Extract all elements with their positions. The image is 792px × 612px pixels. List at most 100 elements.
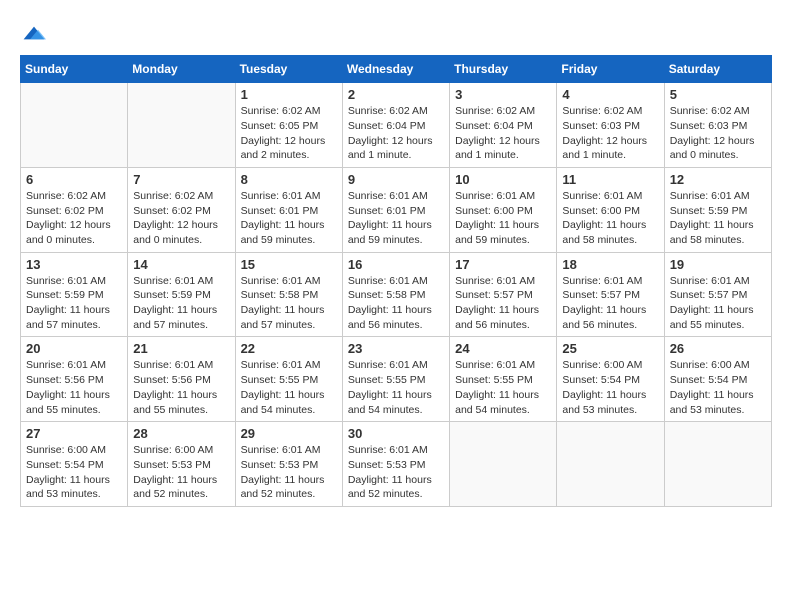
weekday-header: Wednesday (342, 56, 449, 83)
day-number: 16 (348, 257, 444, 272)
day-detail: Sunrise: 6:02 AM Sunset: 6:02 PM Dayligh… (133, 189, 229, 248)
day-detail: Sunrise: 6:01 AM Sunset: 6:00 PM Dayligh… (562, 189, 658, 248)
calendar-cell: 7 Sunrise: 6:02 AM Sunset: 6:02 PM Daylig… (128, 167, 235, 252)
calendar-body: 1Sunrise: 6:02 AM Sunset: 6:05 PM Daylig… (21, 83, 772, 507)
day-number: 10 (455, 172, 551, 187)
day-detail: Sunrise: 6:01 AM Sunset: 5:55 PM Dayligh… (348, 358, 444, 417)
calendar-cell: 6 Sunrise: 6:02 AM Sunset: 6:02 PM Daylig… (21, 167, 128, 252)
weekday-header: Saturday (664, 56, 771, 83)
day-detail: Sunrise: 6:02 AM Sunset: 6:04 PM Dayligh… (455, 104, 551, 163)
day-detail: Sunrise: 6:01 AM Sunset: 5:57 PM Dayligh… (670, 274, 766, 333)
day-number: 14 (133, 257, 229, 272)
day-number: 17 (455, 257, 551, 272)
day-number: 11 (562, 172, 658, 187)
day-detail: Sunrise: 6:01 AM Sunset: 5:56 PM Dayligh… (26, 358, 122, 417)
day-number: 5 (670, 87, 766, 102)
calendar-cell: 14 Sunrise: 6:01 AM Sunset: 5:59 PM Dayli… (128, 252, 235, 337)
calendar-week-row: 1Sunrise: 6:02 AM Sunset: 6:05 PM Daylig… (21, 83, 772, 168)
calendar-cell: 26 Sunrise: 6:00 AM Sunset: 5:54 PM Dayli… (664, 337, 771, 422)
calendar-cell: 21 Sunrise: 6:01 AM Sunset: 5:56 PM Dayli… (128, 337, 235, 422)
calendar-cell: 16Sunrise: 6:01 AM Sunset: 5:58 PM Dayli… (342, 252, 449, 337)
day-detail: Sunrise: 6:01 AM Sunset: 5:59 PM Dayligh… (26, 274, 122, 333)
day-number: 28 (133, 426, 229, 441)
day-number: 24 (455, 341, 551, 356)
day-number: 22 (241, 341, 337, 356)
day-detail: Sunrise: 6:01 AM Sunset: 5:59 PM Dayligh… (670, 189, 766, 248)
day-number: 6 (26, 172, 122, 187)
day-detail: Sunrise: 6:00 AM Sunset: 5:54 PM Dayligh… (26, 443, 122, 502)
page-header (20, 20, 772, 45)
day-number: 18 (562, 257, 658, 272)
day-number: 21 (133, 341, 229, 356)
day-detail: Sunrise: 6:01 AM Sunset: 6:00 PM Dayligh… (455, 189, 551, 248)
calendar-cell: 27 Sunrise: 6:00 AM Sunset: 5:54 PM Dayli… (21, 422, 128, 507)
day-detail: Sunrise: 6:00 AM Sunset: 5:53 PM Dayligh… (133, 443, 229, 502)
calendar-cell: 20Sunrise: 6:01 AM Sunset: 5:56 PM Dayli… (21, 337, 128, 422)
logo (20, 20, 46, 45)
calendar-cell: 10 Sunrise: 6:01 AM Sunset: 6:00 PM Dayli… (450, 167, 557, 252)
day-number: 13 (26, 257, 122, 272)
calendar-cell: 17 Sunrise: 6:01 AM Sunset: 5:57 PM Dayli… (450, 252, 557, 337)
day-number: 1 (241, 87, 337, 102)
day-detail: Sunrise: 6:01 AM Sunset: 5:58 PM Dayligh… (241, 274, 337, 333)
day-number: 27 (26, 426, 122, 441)
calendar-cell: 9 Sunrise: 6:01 AM Sunset: 6:01 PM Daylig… (342, 167, 449, 252)
logo-icon (22, 21, 46, 45)
day-number: 12 (670, 172, 766, 187)
calendar-cell: 1Sunrise: 6:02 AM Sunset: 6:05 PM Daylig… (235, 83, 342, 168)
day-detail: Sunrise: 6:01 AM Sunset: 5:55 PM Dayligh… (455, 358, 551, 417)
day-number: 19 (670, 257, 766, 272)
calendar-cell: 19 Sunrise: 6:01 AM Sunset: 5:57 PM Dayli… (664, 252, 771, 337)
day-number: 2 (348, 87, 444, 102)
weekday-header: Thursday (450, 56, 557, 83)
day-number: 29 (241, 426, 337, 441)
calendar-cell (664, 422, 771, 507)
calendar-cell: 5 Sunrise: 6:02 AM Sunset: 6:03 PM Daylig… (664, 83, 771, 168)
day-detail: Sunrise: 6:00 AM Sunset: 5:54 PM Dayligh… (670, 358, 766, 417)
calendar-week-row: 20Sunrise: 6:01 AM Sunset: 5:56 PM Dayli… (21, 337, 772, 422)
day-detail: Sunrise: 6:01 AM Sunset: 5:55 PM Dayligh… (241, 358, 337, 417)
calendar-cell: 18 Sunrise: 6:01 AM Sunset: 5:57 PM Dayli… (557, 252, 664, 337)
calendar-week-row: 13 Sunrise: 6:01 AM Sunset: 5:59 PM Dayli… (21, 252, 772, 337)
weekday-header: Friday (557, 56, 664, 83)
calendar-cell: 12 Sunrise: 6:01 AM Sunset: 5:59 PM Dayli… (664, 167, 771, 252)
weekday-header: Tuesday (235, 56, 342, 83)
logo-text (20, 20, 46, 45)
day-detail: Sunrise: 6:01 AM Sunset: 5:53 PM Dayligh… (241, 443, 337, 502)
calendar-cell: 28 Sunrise: 6:00 AM Sunset: 5:53 PM Dayli… (128, 422, 235, 507)
calendar-cell: 3 Sunrise: 6:02 AM Sunset: 6:04 PM Daylig… (450, 83, 557, 168)
day-number: 7 (133, 172, 229, 187)
calendar-week-row: 27 Sunrise: 6:00 AM Sunset: 5:54 PM Dayli… (21, 422, 772, 507)
weekday-header: Sunday (21, 56, 128, 83)
day-detail: Sunrise: 6:02 AM Sunset: 6:03 PM Dayligh… (670, 104, 766, 163)
day-number: 8 (241, 172, 337, 187)
day-number: 9 (348, 172, 444, 187)
day-detail: Sunrise: 6:01 AM Sunset: 5:57 PM Dayligh… (455, 274, 551, 333)
calendar-cell: 22 Sunrise: 6:01 AM Sunset: 5:55 PM Dayli… (235, 337, 342, 422)
day-detail: Sunrise: 6:01 AM Sunset: 6:01 PM Dayligh… (348, 189, 444, 248)
day-detail: Sunrise: 6:01 AM Sunset: 5:56 PM Dayligh… (133, 358, 229, 417)
day-detail: Sunrise: 6:01 AM Sunset: 5:53 PM Dayligh… (348, 443, 444, 502)
calendar-header-row: SundayMondayTuesdayWednesdayThursdayFrid… (21, 56, 772, 83)
calendar-cell (21, 83, 128, 168)
day-detail: Sunrise: 6:02 AM Sunset: 6:03 PM Dayligh… (562, 104, 658, 163)
day-detail: Sunrise: 6:01 AM Sunset: 6:01 PM Dayligh… (241, 189, 337, 248)
calendar-cell: 30Sunrise: 6:01 AM Sunset: 5:53 PM Dayli… (342, 422, 449, 507)
day-detail: Sunrise: 6:01 AM Sunset: 5:57 PM Dayligh… (562, 274, 658, 333)
calendar-table: SundayMondayTuesdayWednesdayThursdayFrid… (20, 55, 772, 507)
day-detail: Sunrise: 6:00 AM Sunset: 5:54 PM Dayligh… (562, 358, 658, 417)
day-number: 26 (670, 341, 766, 356)
calendar-cell: 2 Sunrise: 6:02 AM Sunset: 6:04 PM Daylig… (342, 83, 449, 168)
day-number: 15 (241, 257, 337, 272)
calendar-cell (128, 83, 235, 168)
calendar-cell: 24 Sunrise: 6:01 AM Sunset: 5:55 PM Dayli… (450, 337, 557, 422)
day-number: 3 (455, 87, 551, 102)
calendar-cell: 29 Sunrise: 6:01 AM Sunset: 5:53 PM Dayli… (235, 422, 342, 507)
day-number: 23 (348, 341, 444, 356)
calendar-cell (557, 422, 664, 507)
day-detail: Sunrise: 6:02 AM Sunset: 6:02 PM Dayligh… (26, 189, 122, 248)
calendar-cell: 25Sunrise: 6:00 AM Sunset: 5:54 PM Dayli… (557, 337, 664, 422)
day-detail: Sunrise: 6:01 AM Sunset: 5:59 PM Dayligh… (133, 274, 229, 333)
day-detail: Sunrise: 6:02 AM Sunset: 6:04 PM Dayligh… (348, 104, 444, 163)
calendar-cell: 15 Sunrise: 6:01 AM Sunset: 5:58 PM Dayli… (235, 252, 342, 337)
